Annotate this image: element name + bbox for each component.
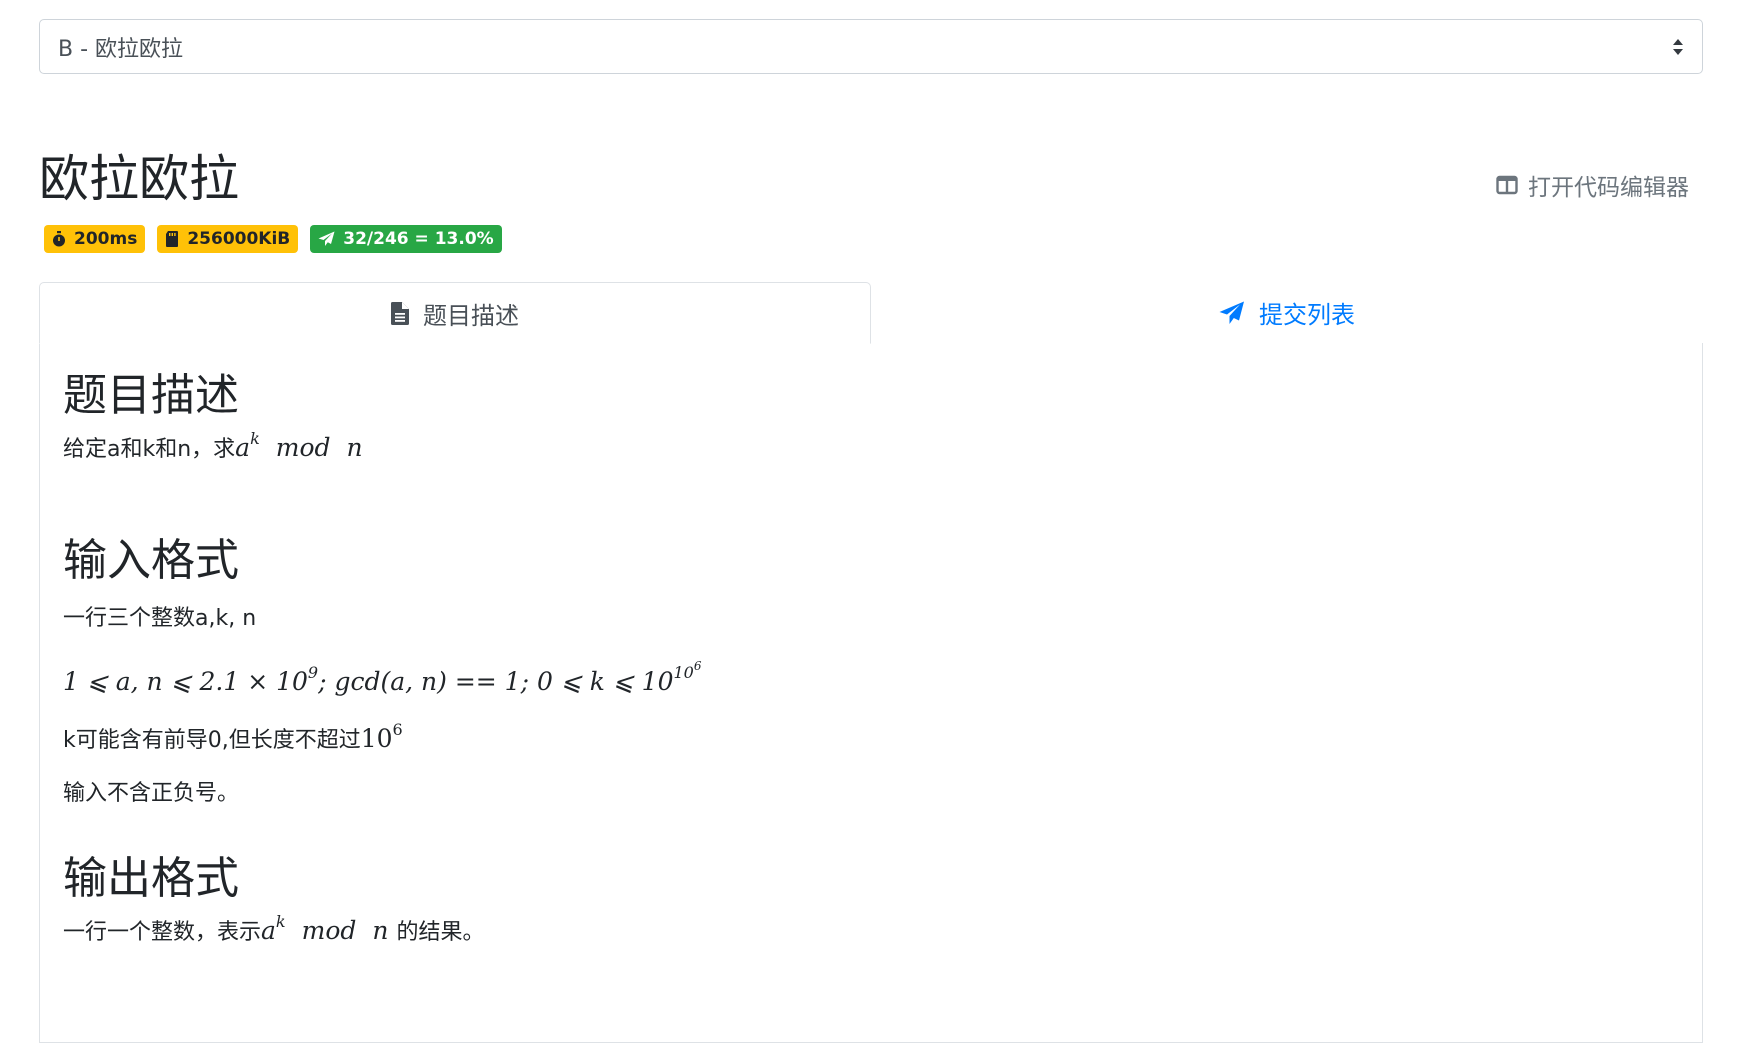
problem-select[interactable]: B - 欧拉欧拉 [39, 19, 1703, 74]
output-lead: 一行一个整数，表示 [63, 920, 262, 945]
constraint-part1: 1 ⩽ a, n ⩽ 2.1 × 10 [63, 667, 308, 696]
page-title: 欧拉欧拉 [39, 150, 239, 208]
tab-description-label: 题目描述 [423, 301, 519, 330]
accept-rate-value: 32/246 = 13.0% [343, 229, 494, 249]
problem-tabs: 题目描述 提交列表 [39, 282, 1703, 344]
description-lead: 给定a和k和n，求 [63, 437, 236, 462]
input-constraint: 1 ⩽ a, n ⩽ 2.1 × 109; gcd(a, n) == 1; 0 … [63, 660, 702, 699]
output-formula-exp: k [275, 912, 286, 931]
output-text: 一行一个整数，表示ak mod n 的结果。 [63, 914, 485, 948]
formula-base: a [235, 433, 251, 462]
input-line: 一行三个整数a,k, n [63, 606, 257, 631]
memory-card-icon [166, 231, 179, 247]
output-formula-mod: mod [301, 916, 357, 945]
sort-caret-icon [1673, 39, 1683, 55]
time-limit-badge: 200ms [44, 225, 146, 253]
formula-n: n [346, 433, 363, 462]
constraint-formula: 1 ⩽ a, n ⩽ 2.1 × 109; gcd(a, n) == 1; 0 … [63, 660, 702, 696]
description-formula: ak mod n [235, 431, 363, 463]
output-heading: 输出格式 [63, 853, 239, 904]
constraint-part2: ; gcd(a, n) == 1; 0 ⩽ k ⩽ 10 [318, 667, 674, 696]
time-limit-value: 200ms [74, 229, 138, 249]
description-heading: 题目描述 [63, 370, 239, 421]
output-tail: 的结果。 [396, 920, 485, 945]
tab-description[interactable]: 题目描述 [39, 282, 871, 344]
input-heading: 输入格式 [63, 535, 239, 586]
constraint-exp3: 6 [693, 659, 702, 673]
input-sign-note: 输入不含正负号。 [63, 781, 240, 806]
tab-submissions-label: 提交列表 [1259, 301, 1355, 329]
output-formula: ak mod n [261, 914, 389, 946]
output-formula-base: a [261, 916, 276, 945]
tab-submissions[interactable]: 提交列表 [871, 282, 1703, 344]
open-code-editor-label: 打开代码编辑器 [1528, 175, 1689, 201]
stopwatch-icon [53, 231, 65, 247]
problem-badges: 200ms 256000KiB 32/246 = 13.0% [44, 225, 502, 253]
memory-limit-value: 256000KiB [187, 229, 291, 249]
memory-limit-badge: 256000KiB [157, 225, 299, 253]
open-code-editor-link[interactable]: 打开代码编辑器 [1496, 168, 1689, 202]
constraint-exp-nested: 106 [673, 660, 702, 682]
input-leading-zero-note: k可能含有前导0,但长度不超过106 [63, 722, 403, 756]
file-text-icon [391, 301, 409, 325]
formula-mod: mod [275, 433, 331, 462]
columns-icon [1496, 175, 1518, 195]
leading-zero-formula: 106 [360, 722, 403, 754]
leading-zero-exp: 6 [392, 720, 403, 739]
output-formula-n: n [372, 916, 389, 945]
page: B - 欧拉欧拉 欧拉欧拉 打开代码编辑器 200ms 256000KiB 32… [0, 0, 1750, 1043]
constraint-exp2: 10 [673, 663, 694, 682]
leading-zero-base: 10 [360, 724, 393, 753]
paper-plane-icon [1219, 301, 1244, 324]
constraint-exp1: 9 [307, 663, 319, 682]
leading-zero-text: k可能含有前导0,但长度不超过 [63, 728, 361, 753]
paper-plane-icon [318, 231, 335, 246]
problem-select-value: B - 欧拉欧拉 [58, 36, 184, 62]
formula-exp: k [250, 429, 260, 448]
description-text: 给定a和k和n，求ak mod n [63, 431, 363, 465]
accept-rate-badge: 32/246 = 13.0% [310, 225, 502, 253]
problem-content-panel: 题目描述 给定a和k和n，求ak mod n 输入格式 一行三个整数a,k, n 1… [39, 343, 1703, 1043]
